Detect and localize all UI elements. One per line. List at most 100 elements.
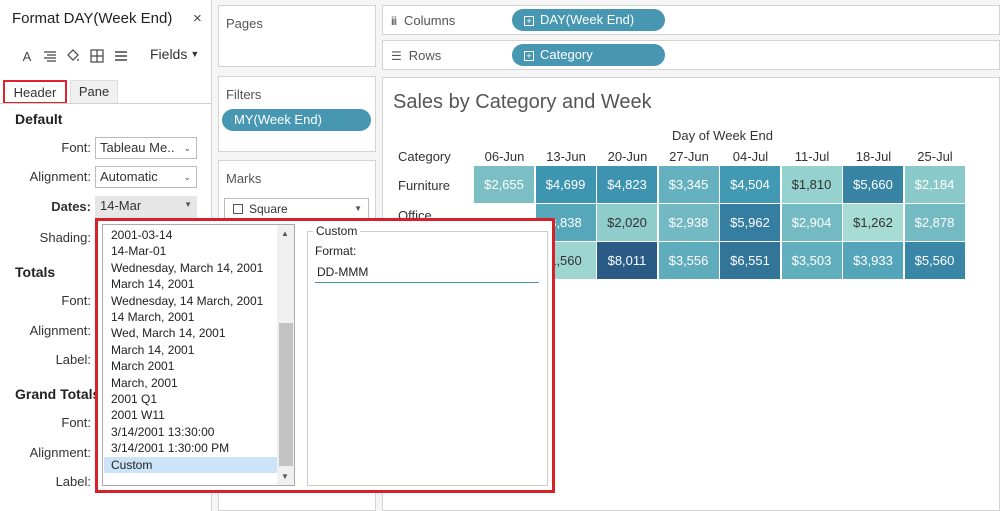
heatmap-cell[interactable]: $3,503	[781, 242, 842, 279]
date-format-option[interactable]: 2001-03-14	[104, 227, 278, 243]
heatmap-cell[interactable]: $2,878	[904, 204, 965, 241]
rows-icon: ☰	[391, 49, 402, 63]
heatmap-cell[interactable]: $3,345	[658, 166, 719, 203]
date-format-option[interactable]: Wednesday, 14 March, 2001	[104, 293, 278, 309]
mark-type-dropdown[interactable]: Square ▼	[224, 198, 369, 220]
shading-icon[interactable]	[64, 46, 82, 66]
row-label-furniture: Furniture	[398, 178, 451, 193]
expand-icon[interactable]: +	[524, 51, 534, 61]
heatmap-cell[interactable]: $1,262	[843, 204, 903, 241]
column-header: 06-Jun	[484, 149, 525, 164]
fields-label: Fields	[150, 46, 188, 62]
format-pane-title: Format DAY(Week End)	[12, 10, 173, 27]
format-label: Format:	[315, 244, 357, 258]
lines-icon[interactable]	[113, 46, 129, 66]
date-format-option[interactable]: 2001 W11	[104, 407, 278, 423]
paint-bucket-svg	[67, 49, 79, 61]
rows-pill-label: Category	[540, 47, 593, 62]
font-icon-glyph: A	[22, 48, 32, 64]
fields-dropdown[interactable]: Fields ▼	[150, 46, 199, 62]
column-header: 25-Jul	[917, 149, 953, 164]
heatmap-cell[interactable]: $4,699	[535, 166, 596, 203]
pages-title: Pages	[226, 16, 263, 31]
default-dates-label: Dates:	[51, 199, 91, 214]
grand-totals-font-label: Font:	[61, 415, 91, 430]
columns-text: Columns	[404, 13, 456, 28]
rows-shelf[interactable]: ☰ Rows	[382, 40, 1000, 70]
date-format-option[interactable]: 3/14/2001 13:30:00	[104, 424, 278, 440]
date-format-option[interactable]: March 14, 2001	[104, 276, 278, 292]
grand-totals-label-label: Label:	[55, 474, 91, 489]
heatmap-cell[interactable]: $5,560	[904, 242, 965, 279]
heatmap-cell[interactable]: $3,933	[843, 242, 903, 279]
heatmap-cell[interactable]: $4,823	[597, 166, 657, 203]
heatmap-cell[interactable]: $5,962	[720, 204, 780, 241]
chevron-down-icon: ⌄	[183, 172, 191, 182]
rows-text: Rows	[408, 48, 442, 63]
column-header: 20-Jun	[607, 149, 648, 164]
heatmap-cell[interactable]: $8,011	[597, 242, 657, 279]
heatmap-cell[interactable]: $2,904	[781, 204, 842, 241]
close-icon[interactable]: ×	[193, 10, 202, 27]
default-font-dropdown[interactable]: Tableau Me.. ⌄	[95, 137, 197, 159]
date-format-option[interactable]: 2001 Q1	[104, 391, 278, 407]
rows-pill[interactable]: + Category	[512, 44, 665, 66]
grid-svg	[90, 49, 104, 63]
pages-shelf[interactable]: Pages	[218, 5, 376, 67]
heatmap-cell[interactable]: $2,938	[658, 204, 719, 241]
column-header: 11-Jul	[794, 149, 830, 164]
heatmap-cell[interactable]: $5,660	[843, 166, 903, 203]
font-value: Tableau Me..	[100, 140, 175, 155]
caret-down-icon: ▼	[354, 204, 362, 213]
grand-totals-alignment-label: Alignment:	[29, 445, 91, 460]
custom-group-title: Custom	[313, 224, 361, 238]
columns-shelf[interactable]: iii Columns	[382, 5, 1000, 35]
default-font-label: Font:	[61, 140, 91, 155]
date-format-option[interactable]: Custom	[104, 456, 278, 473]
grand-totals-heading: Grand Totals	[15, 386, 101, 402]
align-icon[interactable]	[42, 46, 58, 66]
date-format-option[interactable]: March 14, 2001	[104, 342, 278, 358]
default-alignment-dropdown[interactable]: Automatic ⌄	[95, 166, 197, 188]
columns-pill[interactable]: + DAY(Week End)	[512, 9, 665, 31]
date-format-option[interactable]: 14-Mar-01	[104, 243, 278, 259]
scroll-down-icon[interactable]: ▼	[281, 472, 289, 481]
date-format-option[interactable]: 3/14/2001 1:30:00 PM	[104, 440, 278, 456]
tab-header[interactable]: Header	[3, 80, 67, 104]
date-format-option[interactable]: March, 2001	[104, 375, 278, 391]
column-axis-title: Day of Week End	[672, 128, 773, 143]
columns-label: iii Columns	[391, 13, 455, 28]
date-format-option[interactable]: 14 March, 2001	[104, 309, 278, 325]
tab-pane[interactable]: Pane	[70, 80, 118, 104]
date-format-option[interactable]: Wednesday, March 14, 2001	[104, 260, 278, 276]
columns-icon: iii	[391, 14, 397, 28]
row-axis-title: Category	[398, 149, 451, 164]
borders-icon[interactable]	[89, 46, 105, 66]
expand-icon[interactable]: +	[524, 16, 534, 26]
scroll-up-icon[interactable]: ▲	[281, 229, 289, 238]
filter-pill[interactable]: MY(Week End)	[222, 109, 371, 131]
dates-value: 14-Mar	[100, 198, 142, 213]
date-format-list[interactable]: 2001-03-14 14-Mar-01 Wednesday, March 14, …	[102, 224, 295, 486]
heatmap-cell[interactable]: $2,184	[904, 166, 965, 203]
viz-title: Sales by Category and Week	[393, 91, 652, 113]
dates-dropdown[interactable]: 14-Mar ▼	[95, 196, 197, 218]
heatmap-cell[interactable]: $3,556	[658, 242, 719, 279]
totals-alignment-label: Alignment:	[29, 323, 91, 338]
heatmap-cell[interactable]: $6,551	[720, 242, 780, 279]
font-icon[interactable]: A	[20, 46, 34, 66]
date-format-option[interactable]: March 2001	[104, 358, 278, 374]
column-header: 18-Jul	[855, 149, 892, 164]
column-header: 04-Jul	[732, 149, 769, 164]
scrollbar-thumb[interactable]	[279, 323, 293, 466]
lines-svg	[115, 51, 127, 61]
heatmap-cell[interactable]: $2,655	[474, 166, 534, 203]
heatmap-cell[interactable]: $4,504	[720, 166, 780, 203]
caret-down-icon: ▼	[184, 200, 192, 209]
column-header: 13-Jun	[546, 149, 586, 164]
custom-format-input[interactable]	[315, 261, 539, 283]
date-format-option[interactable]: Wed, March 14, 2001	[104, 325, 278, 341]
filters-title: Filters	[226, 87, 262, 102]
heatmap-cell[interactable]: $1,810	[781, 166, 842, 203]
heatmap-cell[interactable]: $2,020	[597, 204, 657, 241]
